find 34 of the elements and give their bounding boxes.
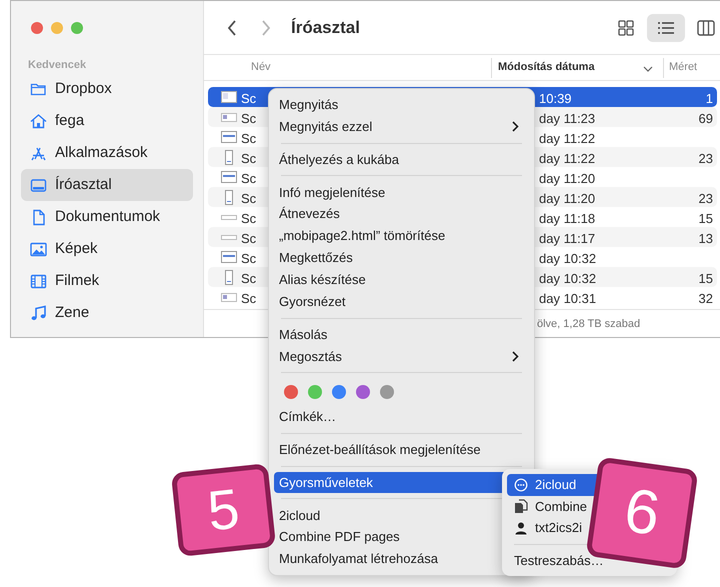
file-size: 15 xyxy=(698,270,713,288)
modified-date: day 11:20 xyxy=(539,190,596,208)
window-title: Íróasztal xyxy=(291,16,360,39)
modified-date: day 10:31 xyxy=(539,290,596,308)
step-badge: 5 xyxy=(170,463,276,557)
file-name: Sc xyxy=(241,230,256,248)
file-name: Sc xyxy=(241,130,256,148)
modified-date: 10:39 xyxy=(539,90,572,108)
modified-date: day 10:32 xyxy=(539,270,596,288)
file-size: 32 xyxy=(698,290,713,308)
file-size: 15 xyxy=(698,210,713,228)
modified-date: day 11:23 xyxy=(539,110,596,128)
modified-date: day 11:20 xyxy=(539,170,596,188)
file-name: Sc xyxy=(241,170,256,188)
file-name: Sc xyxy=(241,250,256,268)
file-name: Sc xyxy=(241,210,256,228)
modified-date: day 11:22 xyxy=(539,150,596,168)
file-size: 69 xyxy=(698,110,713,128)
file-size: 1 xyxy=(706,90,713,108)
modified-date: day 10:32 xyxy=(539,250,596,268)
modified-date: day 11:17 xyxy=(539,230,596,248)
modified-date: day 11:22 xyxy=(539,130,596,148)
file-name: Sc xyxy=(241,110,256,128)
modified-date: day 11:18 xyxy=(539,210,596,228)
file-name: Sc xyxy=(241,270,256,288)
sidebar-section-title: Kedvencek xyxy=(27,58,88,73)
file-size: 23 xyxy=(698,190,713,208)
file-name: Sc xyxy=(241,150,256,168)
file-name: Sc xyxy=(241,190,256,208)
file-name: Sc xyxy=(241,290,256,308)
file-size: 13 xyxy=(698,230,713,248)
file-name: Sc xyxy=(241,90,256,108)
status-text: ölve, 1,28 TB szabad xyxy=(537,317,640,332)
file-size: 23 xyxy=(698,150,713,168)
